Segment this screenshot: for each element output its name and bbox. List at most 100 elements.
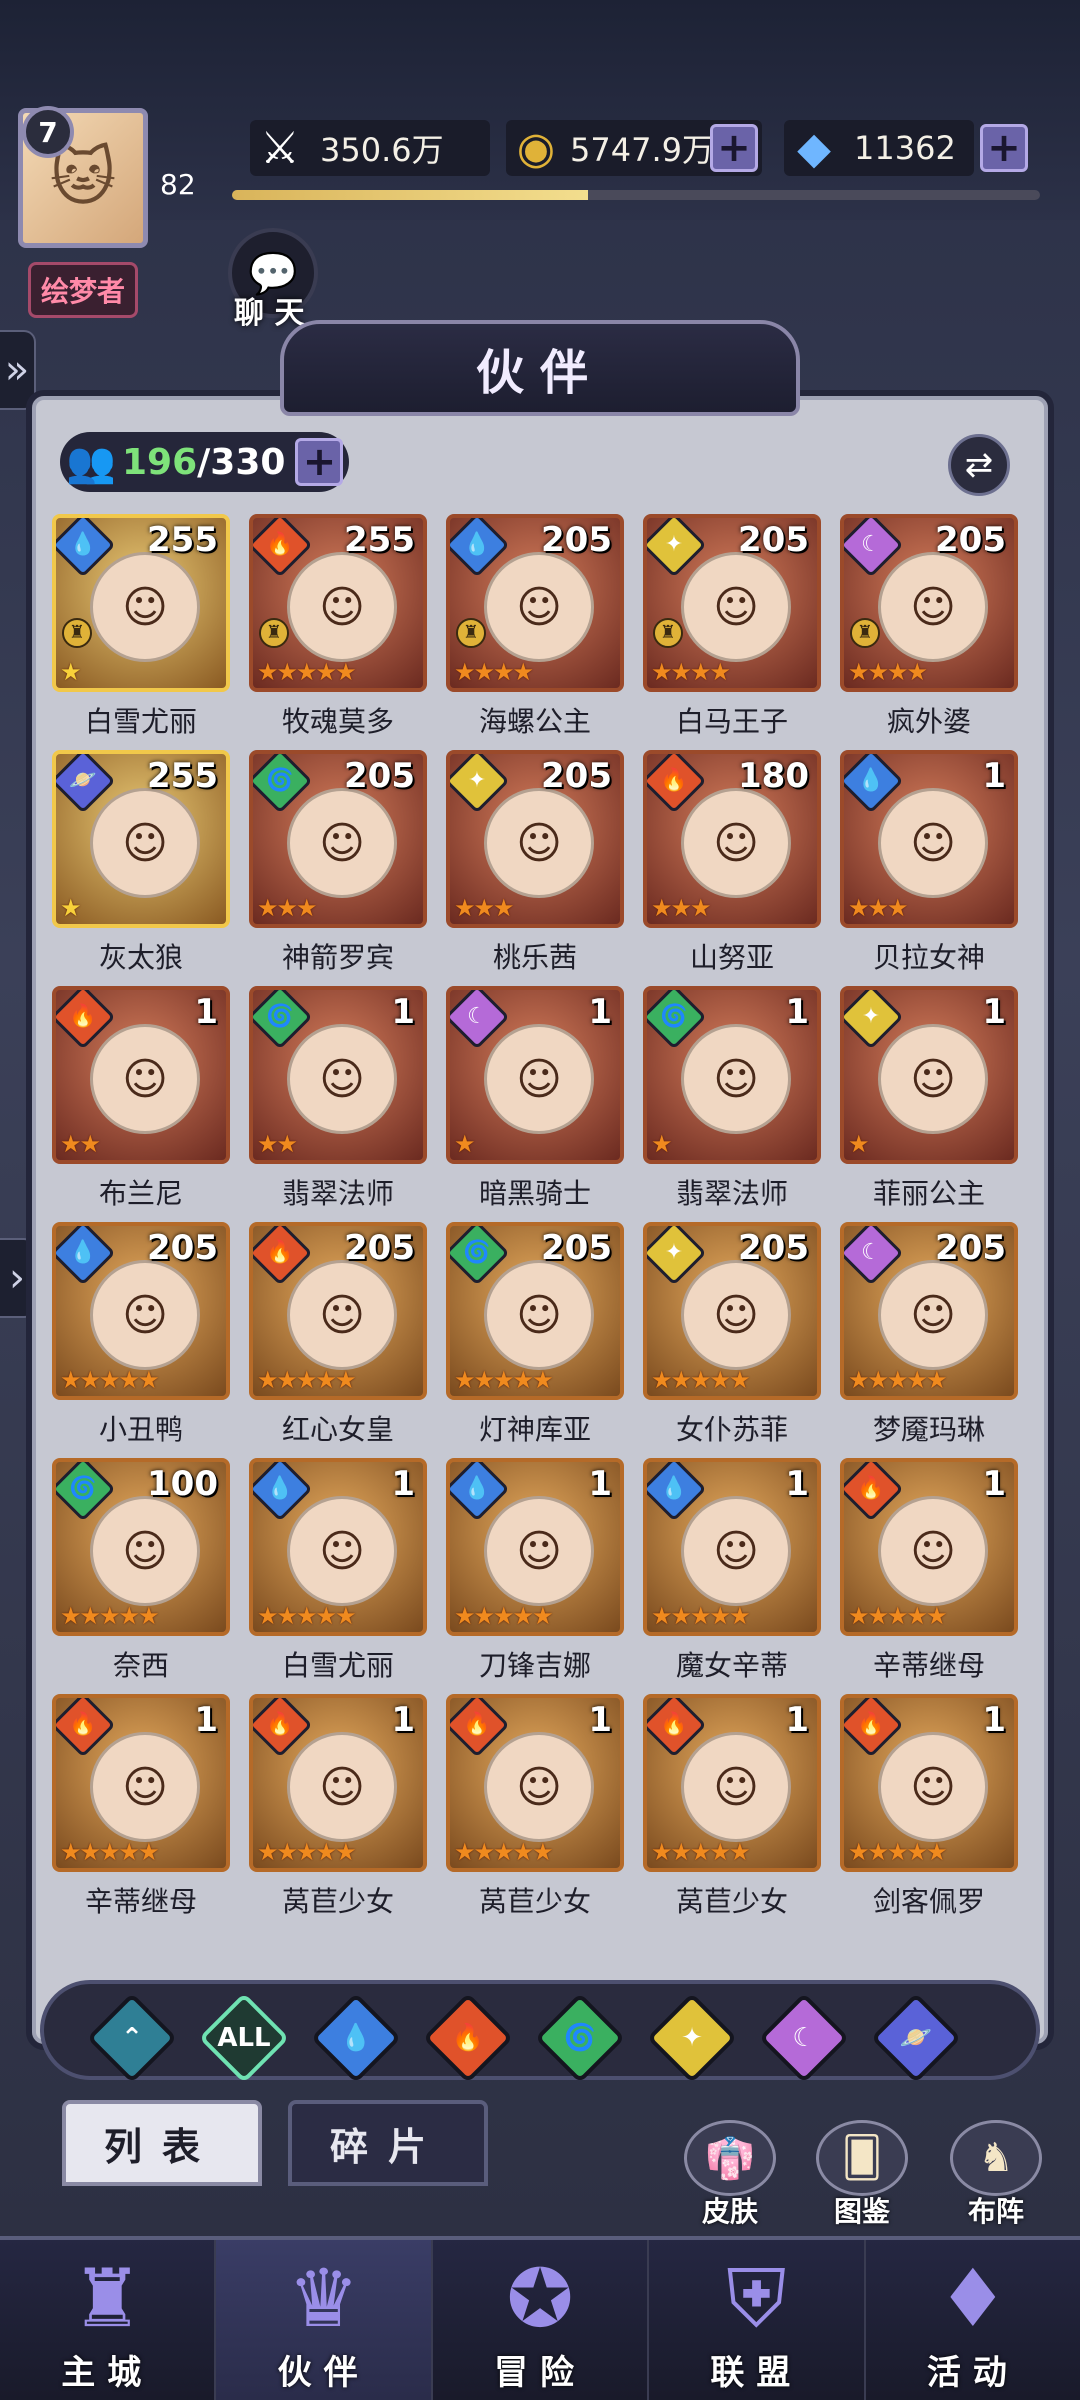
partner-card[interactable]: ☺ 💧 1 ★★★★★ 白雪尤丽 bbox=[249, 1458, 427, 1686]
partner-card[interactable]: ☺ ✦ 205 ★★★★★ 女仆苏菲 bbox=[643, 1222, 821, 1450]
character-portrait-icon: ☺ bbox=[878, 1732, 988, 1842]
partner-level: 1 bbox=[785, 1700, 809, 1740]
cards-icon: ♦ bbox=[936, 2252, 1009, 2345]
nav-alliance[interactable]: ⛨ 联盟 bbox=[649, 2240, 866, 2400]
partner-portrait-frame: ☺ ✦ 1 ★ bbox=[840, 986, 1018, 1164]
partner-card[interactable]: ☺ 🔥 1 ★★ 布兰尼 bbox=[52, 986, 230, 1214]
partner-card[interactable]: ☺ 💧 255 ♜ ★ 白雪尤丽 bbox=[52, 514, 230, 742]
partner-level: 1 bbox=[194, 1700, 218, 1740]
partner-name: 魔女辛蒂 bbox=[675, 1649, 788, 1682]
codex-label: 图鉴 bbox=[833, 2195, 890, 2228]
star-rating: ★★★★★ bbox=[60, 1602, 160, 1630]
partner-portrait-frame: ☺ 🌀 205 ★★★ bbox=[249, 750, 427, 928]
partner-card[interactable]: ☺ 💧 205 ♜ ★★★★ 海螺公主 bbox=[446, 514, 624, 742]
star-rating: ★ bbox=[651, 1130, 672, 1158]
shield-icon: ⛨ bbox=[726, 2252, 787, 2345]
filter-wind-up[interactable]: ⌃ bbox=[86, 1992, 178, 2084]
element-filter-bar: ⌃ ALL 💧 🔥 🌀 ✦ ☾ 🪐 bbox=[40, 1980, 1040, 2084]
star-rating: ★★★★★ bbox=[257, 658, 357, 686]
add-gold-button[interactable]: + bbox=[710, 124, 758, 172]
nav-adventure[interactable]: ✪ 冒险 bbox=[433, 2240, 650, 2400]
partner-card[interactable]: ☺ 🌀 205 ★★★ 神箭罗宾 bbox=[249, 750, 427, 978]
star-rating: ★★★★ bbox=[454, 658, 534, 686]
filter-moon[interactable]: ☾ bbox=[758, 1992, 850, 2084]
filter-all[interactable]: ALL bbox=[198, 1992, 290, 2084]
tab-shards[interactable]: 碎片 bbox=[288, 2100, 488, 2186]
partner-card[interactable]: ☺ ☾ 1 ★ 暗黑骑士 bbox=[446, 986, 624, 1214]
partner-level: 1 bbox=[785, 1464, 809, 1504]
partner-portrait-frame: ☺ 🔥 1 ★★★★★ bbox=[840, 1458, 1018, 1636]
star-rating: ★★★★★ bbox=[454, 1838, 554, 1866]
partner-card[interactable]: ☺ 🌀 1 ★ 翡翠法师 bbox=[643, 986, 821, 1214]
partner-name: 梦魇玛琳 bbox=[872, 1413, 985, 1446]
partner-card[interactable]: ☺ ✦ 205 ♜ ★★★★ 白马王子 bbox=[643, 514, 821, 742]
partner-card[interactable]: ☺ 🔥 1 ★★★★★ 辛蒂继母 bbox=[52, 1694, 230, 1922]
partner-name: 小丑鸭 bbox=[98, 1413, 183, 1446]
character-portrait-icon: ☺ bbox=[681, 788, 791, 898]
partner-card[interactable]: ☺ 🔥 1 ★★★★★ 莴苣少女 bbox=[643, 1694, 821, 1922]
partner-level: 205 bbox=[147, 1228, 218, 1268]
character-portrait-icon: ☺ bbox=[90, 552, 200, 662]
formation-button[interactable]: ♞ 布阵 bbox=[946, 2120, 1046, 2230]
partner-card[interactable]: ☺ ✦ 1 ★ 菲丽公主 bbox=[840, 986, 1018, 1214]
codex-button[interactable]: 🂠 图鉴 bbox=[812, 2120, 912, 2230]
partner-card[interactable]: ☺ 🔥 1 ★★★★★ 莴苣少女 bbox=[249, 1694, 427, 1922]
partner-card[interactable]: ☺ 🔥 255 ♜ ★★★★★ 牧魂莫多 bbox=[249, 514, 427, 742]
partner-card[interactable]: ☺ ☾ 205 ★★★★★ 梦魇玛琳 bbox=[840, 1222, 1018, 1450]
nav-events[interactable]: ♦ 活动 bbox=[866, 2240, 1080, 2400]
witch-hat-icon: ♛ bbox=[287, 2252, 360, 2345]
partner-card[interactable]: ☺ 🌀 1 ★★ 翡翠法师 bbox=[249, 986, 427, 1214]
character-portrait-icon: ☺ bbox=[484, 788, 594, 898]
character-portrait-icon: ☺ bbox=[681, 1260, 791, 1370]
filter-planet[interactable]: 🪐 bbox=[870, 1992, 962, 2084]
partner-name: 灰太狼 bbox=[98, 941, 183, 974]
sort-toggle-button[interactable]: ⇄ bbox=[948, 434, 1010, 496]
nav-partners[interactable]: ♛ 伙伴 bbox=[216, 2240, 433, 2400]
partner-card[interactable]: ☺ 🌀 100 ★★★★★ 奈西 bbox=[52, 1458, 230, 1686]
partner-card[interactable]: ☺ 🔥 205 ★★★★★ 红心女皇 bbox=[249, 1222, 427, 1450]
partner-name: 莴苣少女 bbox=[281, 1885, 394, 1918]
tab-list[interactable]: 列表 bbox=[62, 2100, 262, 2186]
partner-card[interactable]: ☺ 💧 1 ★★★★★ 魔女辛蒂 bbox=[643, 1458, 821, 1686]
partner-portrait-frame: ☺ 💧 1 ★★★★★ bbox=[643, 1458, 821, 1636]
partner-card[interactable]: ☺ ✦ 205 ★★★ 桃乐茜 bbox=[446, 750, 624, 978]
partner-card[interactable]: ☺ ☾ 205 ♜ ★★★★ 疯外婆 bbox=[840, 514, 1018, 742]
partner-card[interactable]: ☺ 🔥 1 ★★★★★ 辛蒂继母 bbox=[840, 1458, 1018, 1686]
skin-button[interactable]: 👘 皮肤 bbox=[680, 2120, 780, 2230]
expand-slots-button[interactable]: + bbox=[295, 438, 344, 486]
star-rating: ★ bbox=[60, 894, 81, 922]
character-portrait-icon: ☺ bbox=[90, 1732, 200, 1842]
partner-card[interactable]: ☺ 💧 1 ★★★ 贝拉女神 bbox=[840, 750, 1018, 978]
partner-name: 疯外婆 bbox=[886, 705, 971, 738]
filter-fire[interactable]: 🔥 bbox=[422, 1992, 514, 2084]
filter-water[interactable]: 💧 bbox=[310, 1992, 402, 2084]
filter-wind[interactable]: 🌀 bbox=[534, 1992, 626, 2084]
partner-card[interactable]: ☺ 🌀 205 ★★★★★ 灯神库亚 bbox=[446, 1222, 624, 1450]
partner-name: 布兰尼 bbox=[98, 1177, 183, 1210]
partner-card[interactable]: ☺ 🔥 180 ★★★ 山努亚 bbox=[643, 750, 821, 978]
gold-value: 5747.9万 bbox=[570, 131, 714, 169]
player-title-tag[interactable]: 绘梦者 bbox=[28, 262, 138, 318]
star-rating: ★★★★★ bbox=[60, 1366, 160, 1394]
filter-planet-icon: 🪐 bbox=[899, 2023, 933, 2053]
partner-name: 白马王子 bbox=[675, 705, 788, 738]
partner-name: 辛蒂继母 bbox=[872, 1649, 985, 1682]
partner-level: 205 bbox=[344, 756, 415, 796]
partner-card[interactable]: ☺ 🔥 1 ★★★★★ 剑客佩罗 bbox=[840, 1694, 1018, 1922]
filter-light[interactable]: ✦ bbox=[646, 1992, 738, 2084]
add-gem-button[interactable]: + bbox=[980, 124, 1028, 172]
player-level-badge: 7 bbox=[22, 106, 74, 158]
star-rating: ★★ bbox=[60, 1130, 101, 1158]
player-exp-value: 82 bbox=[160, 168, 196, 201]
partner-card[interactable]: ☺ 🔥 1 ★★★★★ 莴苣少女 bbox=[446, 1694, 624, 1922]
character-portrait-icon: ☺ bbox=[878, 788, 988, 898]
partner-portrait-frame: ☺ 🌀 205 ★★★★★ bbox=[446, 1222, 624, 1400]
sword-icon: ⚔ bbox=[260, 122, 300, 174]
partner-card[interactable]: ☺ 💧 1 ★★★★★ 刀锋吉娜 bbox=[446, 1458, 624, 1686]
partner-card[interactable]: ☺ 🪐 255 ★ 灰太狼 bbox=[52, 750, 230, 978]
partner-level: 205 bbox=[935, 520, 1006, 560]
partner-card[interactable]: ☺ 💧 205 ★★★★★ 小丑鸭 bbox=[52, 1222, 230, 1450]
partner-level: 180 bbox=[738, 756, 809, 796]
partner-count-max: /330 bbox=[197, 441, 286, 483]
nav-main-city[interactable]: ♜ 主城 bbox=[0, 2240, 217, 2400]
